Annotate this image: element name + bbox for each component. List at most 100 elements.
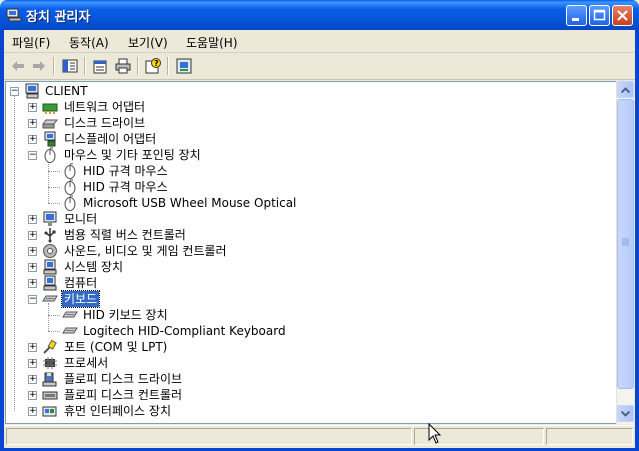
- scroll-up-button[interactable]: [617, 81, 634, 98]
- svg-text:?: ?: [154, 59, 159, 68]
- toolbar-separator: [137, 57, 139, 75]
- tree-category[interactable]: + 모니터: [6, 211, 606, 227]
- minimize-icon: [572, 18, 579, 21]
- tree-category[interactable]: + 플로피 디스크 드라이브: [6, 371, 606, 387]
- scroll-down-button[interactable]: [617, 405, 634, 422]
- disk-drive-icon: [42, 119, 58, 129]
- tree-category[interactable]: + 시스템 장치: [6, 259, 606, 275]
- collapse-toggle[interactable]: −: [28, 295, 37, 304]
- expand-toggle[interactable]: +: [28, 103, 37, 112]
- tree-device[interactable]: HID 규격 마우스: [6, 179, 606, 195]
- expand-toggle[interactable]: +: [28, 263, 37, 272]
- tree-category[interactable]: + 사운드, 비디오 및 게임 컨트롤러: [6, 243, 606, 259]
- expand-toggle[interactable]: +: [28, 215, 37, 224]
- tree-category[interactable]: − 키보드: [6, 290, 606, 308]
- menu-view[interactable]: 보기(V): [128, 34, 168, 51]
- expand-toggle[interactable]: +: [28, 359, 37, 368]
- tree-category-label: 시스템 장치: [64, 260, 124, 274]
- menu-action[interactable]: 동작(A): [69, 34, 109, 51]
- mouse-icon: [44, 147, 56, 163]
- tree-root[interactable]: − CLIENT: [6, 83, 606, 99]
- system-device-icon: [43, 259, 57, 275]
- tree-device-label: Logitech HID-Compliant Keyboard: [83, 324, 286, 338]
- network-adapter-icon: [42, 103, 58, 114]
- tree-category[interactable]: + 휴먼 인터페이스 장치: [6, 403, 606, 419]
- minimize-button[interactable]: [566, 5, 587, 26]
- toolbar-separator: [167, 57, 169, 75]
- expand-toggle[interactable]: +: [28, 247, 37, 256]
- expand-toggle[interactable]: +: [28, 119, 37, 128]
- window-frame-right: [635, 30, 639, 451]
- tree-device-label: HID 규격 마우스: [83, 164, 168, 178]
- tree-category[interactable]: + 컴퓨터: [6, 275, 606, 291]
- tree-category-label: 플로피 디스크 드라이브: [64, 372, 183, 386]
- computer-icon: [25, 83, 39, 99]
- expand-toggle[interactable]: +: [28, 135, 37, 144]
- tree-category-label: 키보드: [60, 290, 101, 308]
- processor-icon: [43, 357, 57, 369]
- tree-device[interactable]: Microsoft USB Wheel Mouse Optical: [6, 195, 606, 211]
- keyboard-icon: [62, 327, 78, 334]
- menu-help[interactable]: 도움말(H): [186, 34, 238, 51]
- close-icon: [617, 10, 628, 21]
- menu-bar: 파일(F) 동작(A) 보기(V) 도움말(H): [4, 30, 635, 53]
- scroll-thumb[interactable]: [617, 99, 634, 389]
- usb-icon: [44, 228, 56, 243]
- print-icon: [115, 58, 131, 74]
- window-frame-left: [0, 30, 4, 451]
- expand-toggle[interactable]: +: [28, 407, 37, 416]
- tree-category-label: 네트워크 어댑터: [64, 100, 146, 114]
- print-button[interactable]: [113, 56, 133, 76]
- properties-button[interactable]: [90, 56, 110, 76]
- forward-arrow-icon: [33, 61, 45, 71]
- expand-toggle[interactable]: +: [28, 231, 37, 240]
- tree-category-label: 휴먼 인터페이스 장치: [64, 404, 171, 418]
- tree-category-label: 프로세서: [64, 356, 109, 370]
- collapse-toggle[interactable]: −: [28, 151, 37, 160]
- status-cell-3: [546, 428, 633, 445]
- mouse-pointer-icon: [428, 423, 442, 444]
- tree-device-label: HID 키보드 장치: [83, 308, 168, 322]
- collapse-toggle[interactable]: −: [10, 87, 19, 96]
- tree-category-label: 포트 (COM 및 LPT): [64, 340, 168, 354]
- maximize-button[interactable]: [589, 5, 610, 26]
- tree-category[interactable]: + 네트워크 어댑터: [6, 99, 606, 115]
- computer-icon: [43, 275, 57, 291]
- tree-device[interactable]: Logitech HID-Compliant Keyboard: [6, 323, 606, 339]
- back-button[interactable]: [8, 56, 28, 76]
- menu-file[interactable]: 파일(F): [12, 34, 50, 51]
- expand-toggle[interactable]: +: [28, 391, 37, 400]
- tree-device[interactable]: HID 키보드 장치: [6, 307, 606, 323]
- chevron-up-icon: [621, 86, 630, 93]
- tree-category[interactable]: + 디스크 드라이브: [6, 115, 606, 131]
- tree-device[interactable]: HID 규격 마우스: [6, 163, 606, 179]
- tree-category[interactable]: − 마우스 및 기타 포인팅 장치: [6, 147, 606, 163]
- computer-view-icon: [176, 58, 192, 74]
- keyboard-icon: [42, 295, 58, 302]
- close-button[interactable]: [612, 5, 633, 26]
- console-tree-button[interactable]: [60, 56, 80, 76]
- tree-category[interactable]: + 범용 직렬 버스 컨트롤러: [6, 227, 606, 243]
- toolbar-separator: [53, 57, 55, 75]
- tree-category[interactable]: + 플로피 디스크 컨트롤러: [6, 387, 606, 403]
- back-arrow-icon: [12, 61, 24, 71]
- sound-icon: [43, 244, 57, 258]
- display-adapter-icon: [44, 131, 56, 147]
- expand-toggle[interactable]: +: [28, 279, 37, 288]
- expand-toggle[interactable]: +: [28, 375, 37, 384]
- console-tree-icon: [62, 59, 78, 73]
- forward-button[interactable]: [29, 56, 49, 76]
- device-tree[interactable]: − CLIENT + 네트워크 어댑터 + 디스크 드라이브 + 디스플레이 어댑터 − 마우…: [5, 81, 617, 424]
- help-button[interactable]: ?: [143, 56, 163, 76]
- tree-category-label: 플로피 디스크 컨트롤러: [64, 388, 183, 402]
- vertical-scrollbar[interactable]: [616, 81, 634, 424]
- computer-view-button[interactable]: [174, 56, 194, 76]
- tree-category[interactable]: + 포트 (COM 및 LPT): [6, 339, 606, 355]
- mouse-icon: [64, 179, 76, 195]
- tree-category[interactable]: + 프로세서: [6, 355, 606, 371]
- floppy-drive-icon: [42, 372, 57, 387]
- floppy-controller-icon: [42, 391, 58, 400]
- tree-category[interactable]: + 디스플레이 어댑터: [6, 131, 606, 147]
- title-bar[interactable]: 장치 관리자: [0, 0, 639, 30]
- expand-toggle[interactable]: +: [28, 343, 37, 352]
